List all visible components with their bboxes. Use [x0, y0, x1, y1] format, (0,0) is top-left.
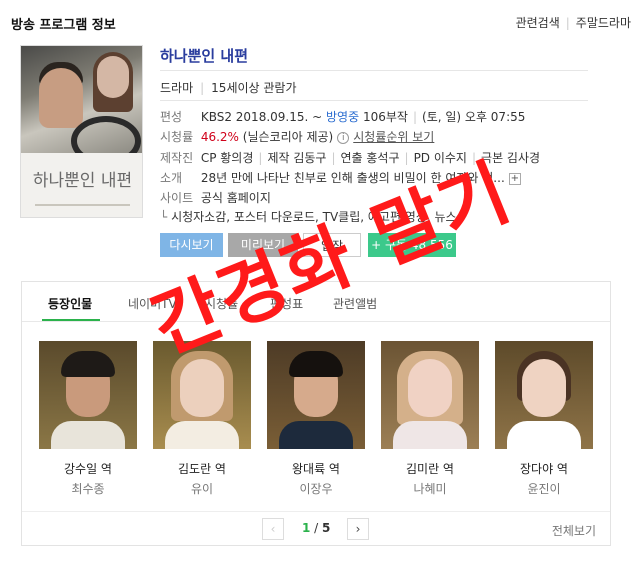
- staff-pd: PD 이수지: [413, 151, 467, 165]
- preview-button[interactable]: 미리보기: [228, 233, 298, 257]
- official-site-link[interactable]: 공식 홈페이지: [201, 191, 271, 205]
- staff-row: 제작진 CP 황의경 | 제작 김동구 | 연출 홍석구 | PD 이수지 | 극본 김사경: [160, 151, 541, 165]
- poster-title: 하나뿐인 내편: [32, 171, 133, 191]
- cast-role: 김도란 역: [178, 462, 226, 476]
- site-row: 사이트 공식 홈페이지: [160, 191, 271, 205]
- ratings-source: (닐슨코리아 제공): [242, 130, 334, 144]
- program-title[interactable]: 하나뿐인 내편: [160, 45, 248, 66]
- section-title: 방송 프로그램 정보: [11, 18, 116, 33]
- air-time: (토, 일) 오후 07:55: [422, 110, 526, 124]
- cast-photo: [381, 341, 479, 449]
- tab-album[interactable]: 관련앨범: [333, 295, 377, 312]
- intro-text: 28년 만에 나타난 친부로 인해 출생의 비밀이 한 여자와 정...: [200, 171, 505, 185]
- cast-card[interactable]: 김도란 역 유이: [153, 341, 251, 496]
- cast-actor: 최수종: [71, 482, 105, 496]
- poster-image: [21, 46, 142, 166]
- info-icon[interactable]: i: [337, 131, 350, 144]
- staff-cp: CP 황의경: [200, 151, 254, 165]
- cast-actor: 이장우: [299, 482, 333, 496]
- cast-photo: [153, 341, 251, 449]
- genre-line: 드라마 | 15세이상 관람가: [160, 81, 297, 95]
- active-tab-indicator: [42, 319, 100, 321]
- weekend-drama-link[interactable]: 주말드라마: [576, 16, 631, 30]
- cast-role: 강수일 역: [64, 462, 112, 476]
- program-poster[interactable]: 하나뿐인 내편: [20, 45, 143, 218]
- staff-director: 연출 홍석구: [340, 151, 400, 165]
- cast-actor: 유이: [190, 482, 214, 496]
- cast-role: 왕대륙 역: [292, 462, 340, 476]
- subscribe-button[interactable]: + 구독 48,556: [368, 233, 456, 257]
- cast-actor: 나혜미: [413, 482, 447, 496]
- ratings-rank-link[interactable]: 시청률순위 보기: [353, 130, 434, 144]
- tab-cast[interactable]: 등장인물: [48, 295, 92, 312]
- tab-schedule[interactable]: 편성표: [270, 295, 303, 312]
- staff-writer: 극본 김사경: [481, 151, 541, 165]
- cast-photo: [267, 341, 365, 449]
- tab-navertv[interactable]: 네이버TV: [128, 295, 177, 312]
- prev-page-button[interactable]: ‹: [262, 518, 284, 540]
- expand-icon[interactable]: +: [508, 172, 521, 185]
- next-page-button[interactable]: ›: [347, 518, 369, 540]
- page-indicator: 1 / 5: [302, 521, 331, 535]
- tab-bar: 등장인물 네이버TV 시청률 편성표 관련앨범: [22, 282, 610, 322]
- episode-count: 106부작: [362, 110, 408, 124]
- cast-panel: 등장인물 네이버TV 시청률 편성표 관련앨범 강수일 역 최수종 김도란 역 …: [21, 281, 611, 546]
- cast-card[interactable]: 장다야 역 윤진이: [495, 341, 593, 496]
- cast-card[interactable]: 강수일 역 최수종: [39, 341, 137, 496]
- enter-button[interactable]: 입장: [303, 233, 361, 257]
- tab-ratings[interactable]: 시청률: [205, 295, 238, 312]
- schedule-channel: KBS2 2018.09.15. ~: [200, 110, 323, 124]
- schedule-row: 편성 KBS2 2018.09.15. ~ 방영중 106부작 | (토, 일) 오…: [160, 110, 526, 124]
- cast-card[interactable]: 왕대륙 역 이장우: [267, 341, 365, 496]
- cast-card[interactable]: 김미란 역 나혜미: [381, 341, 479, 496]
- extra-links-row: └ 시청자소감, 포스터 다운로드, TV클립, 예고편 영상, 뉴스: [160, 208, 457, 225]
- view-all-link[interactable]: 전체보기: [552, 522, 596, 539]
- header-links: 관련검색 | 주말드라마: [515, 16, 631, 30]
- intro-row: 소개 28년 만에 나타난 친부로 인해 출생의 비밀이 한 여자와 정... +: [160, 171, 521, 185]
- arrow-icon: └: [160, 210, 168, 224]
- section-header: 방송 프로그램 정보 관련검색 | 주말드라마: [11, 14, 631, 34]
- age-rating: 15세이상 관람가: [211, 81, 297, 95]
- cast-photo: [39, 341, 137, 449]
- cast-photo: [495, 341, 593, 449]
- cast-role: 장다야 역: [520, 462, 568, 476]
- cast-actor: 윤진이: [527, 482, 561, 496]
- extra-links[interactable]: 시청자소감, 포스터 다운로드, TV클립, 예고편 영상, 뉴스: [171, 210, 457, 224]
- related-search-link[interactable]: 관련검색: [516, 16, 560, 30]
- cast-role: 김미란 역: [406, 462, 454, 476]
- rewatch-button[interactable]: 다시보기: [160, 233, 223, 257]
- airing-status: 방영중: [326, 110, 360, 124]
- staff-producer: 제작 김동구: [267, 151, 327, 165]
- genre: 드라마: [160, 81, 194, 95]
- ratings-row: 시청률 46.2% (닐슨코리아 제공) i 시청률순위 보기: [160, 130, 435, 144]
- ratings-value: 46.2%: [200, 130, 239, 144]
